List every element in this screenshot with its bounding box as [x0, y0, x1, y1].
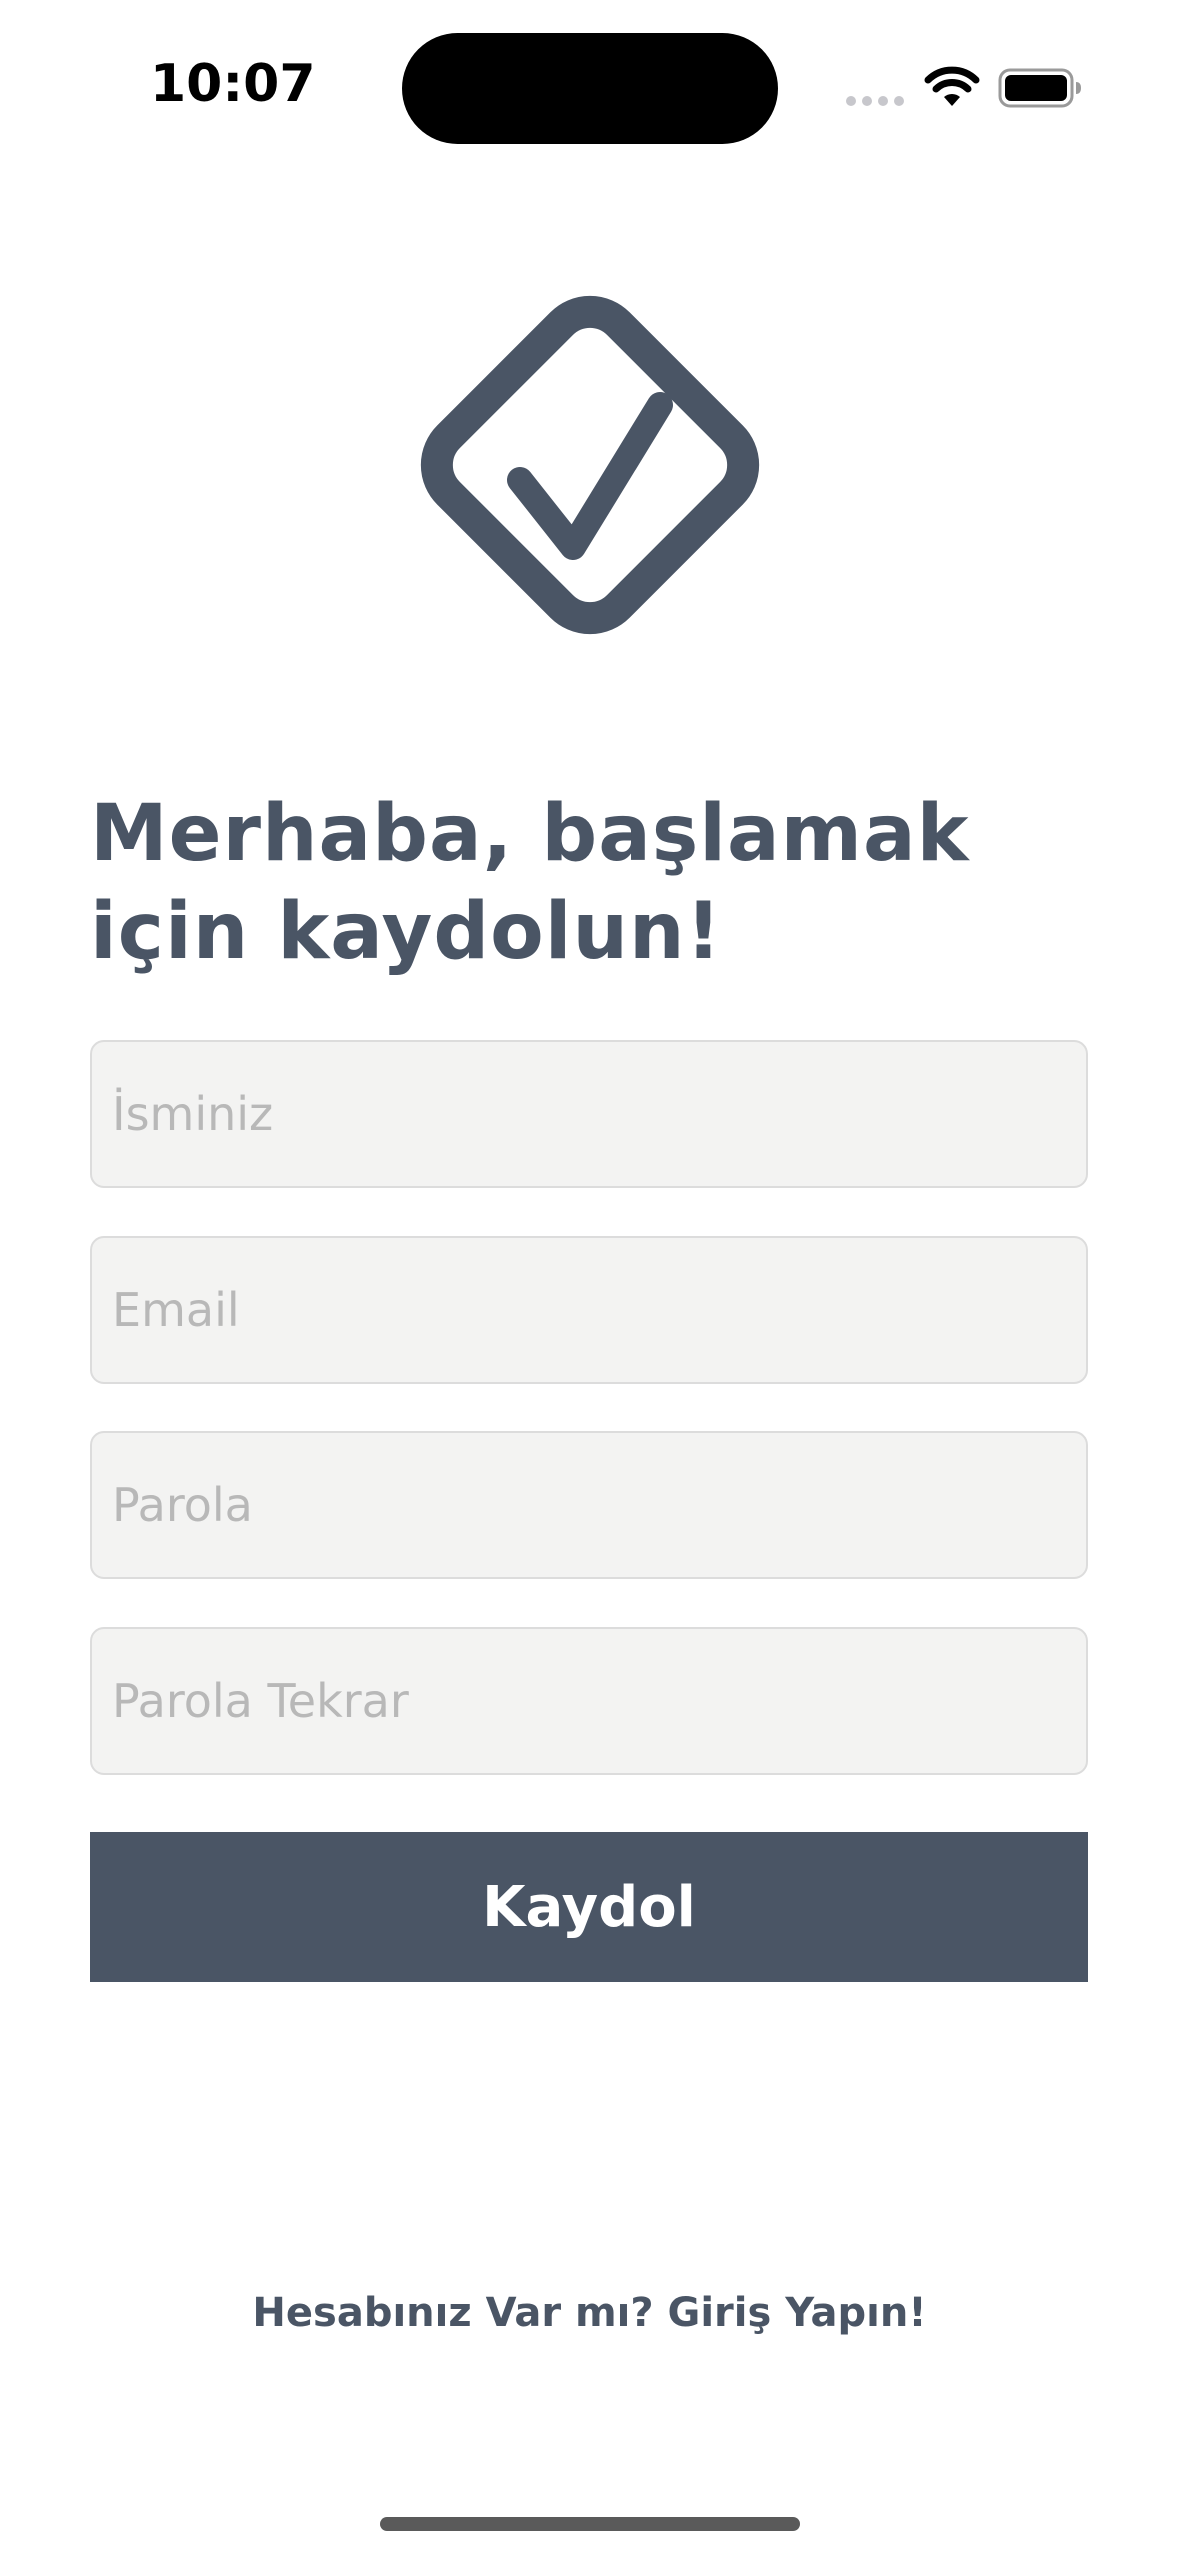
page-title: Merhaba, başlamak için kaydolun! [90, 785, 1090, 981]
status-time: 10:07 [150, 54, 316, 114]
page-title-line-2: için kaydolun! [90, 887, 723, 977]
email-field[interactable] [90, 1236, 1088, 1384]
signup-button[interactable]: Kaydol [90, 1832, 1088, 1982]
password-field[interactable] [90, 1431, 1088, 1579]
checkmark-diamond-icon [420, 295, 760, 635]
login-link[interactable]: Hesabınız Var mı? Giriş Yapın! [0, 2290, 1179, 2336]
cellular-signal-icon [846, 96, 904, 106]
name-field[interactable] [90, 1040, 1088, 1188]
dynamic-island [402, 33, 778, 144]
status-bar: 10:07 [0, 0, 1179, 170]
password-repeat-field[interactable] [90, 1627, 1088, 1775]
page-title-line-1: Merhaba, başlamak [90, 789, 970, 879]
wifi-icon [924, 66, 980, 106]
home-indicator[interactable] [380, 2517, 800, 2531]
signup-button-label: Kaydol [482, 1874, 696, 1940]
battery-icon [998, 68, 1081, 108]
